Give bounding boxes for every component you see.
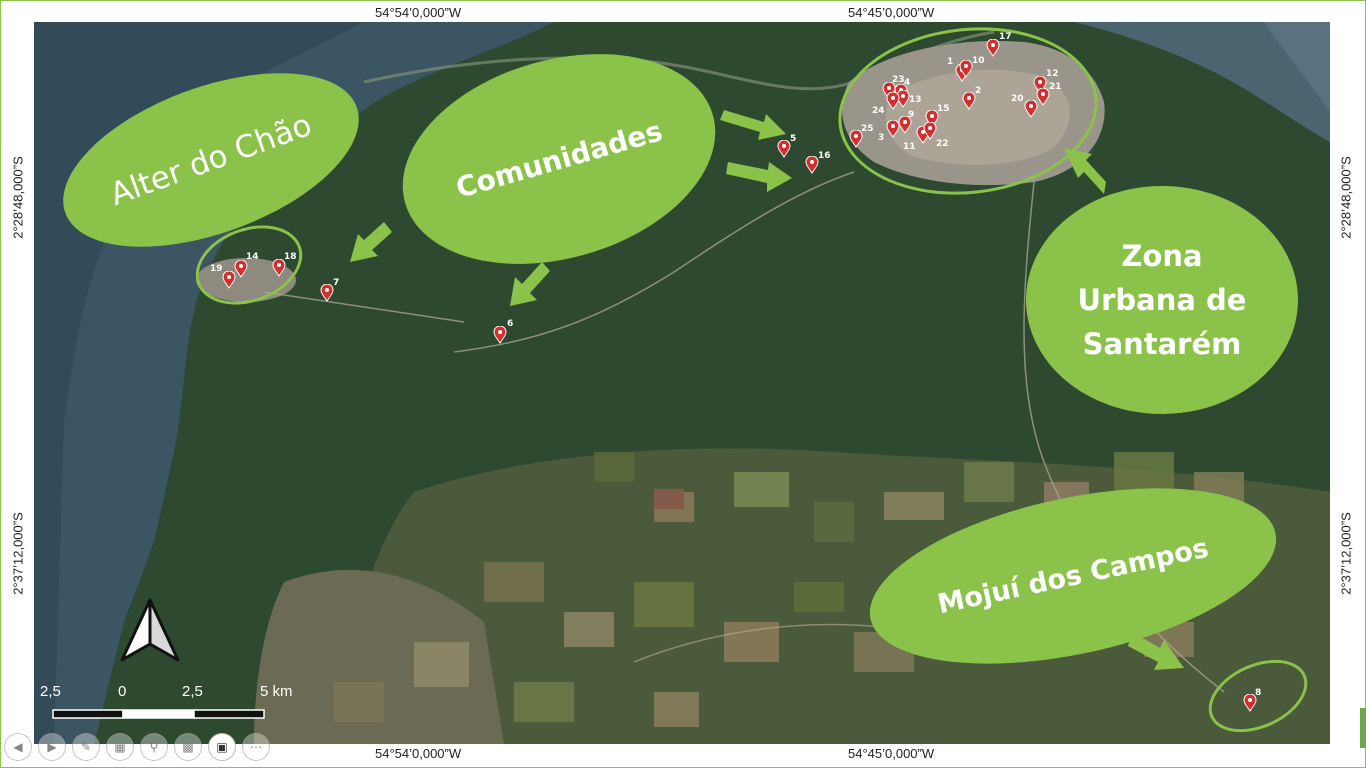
zona-label-line3: Santarém [1082,327,1242,361]
marker-label-25: 25 [861,124,874,134]
marker-label-12: 12 [1046,69,1059,79]
coord-top-left: 54°54’0,000”W [375,5,462,20]
marker-label-14: 14 [246,252,259,262]
marker-label-2: 2 [975,86,982,96]
alter-label: Alter do Chão [105,106,317,214]
marker-label-22: 22 [936,139,949,149]
marker-24 [886,92,900,110]
marker-label-10: 10 [972,56,985,66]
marker-17 [986,39,1000,57]
scale-label-3: 5 km [260,683,293,700]
scale-label-0: 2,5 [40,683,61,700]
marker-label-3: 3 [878,133,885,143]
marker-7 [320,284,334,302]
mojui-label: Mojuí dos Campos [934,532,1212,620]
zona-label-line1: Zona [1121,239,1203,273]
coord-bottom-left: 54°54’0,000”W [375,746,462,761]
marker-label-5: 5 [790,134,797,144]
previous-icon[interactable]: ◀ [4,733,32,761]
marker-label-6: 6 [507,319,514,329]
marker-label-11: 11 [903,142,916,152]
coord-left-upper: 2°28’48,000”S [10,156,26,239]
coord-top-right: 54°45’0,000”W [848,5,935,20]
coord-right-upper: 2°28’48,000”S [1338,156,1354,239]
marker-label-9: 9 [908,110,915,120]
marker-2 [962,92,976,110]
scale-label-1: 0 [118,683,127,700]
coord-right-lower: 2°37’12,000”S [1338,512,1354,595]
pen-icon[interactable]: ✎ [72,733,100,761]
marker-label-16: 16 [818,151,831,161]
marker-label-18: 18 [284,252,297,262]
marker-label-7: 7 [333,278,340,288]
coord-left-lower: 2°37’12,000”S [10,512,26,595]
scale-bar [52,709,265,719]
marker-label-21: 21 [1049,82,1062,92]
marker-label-19: 19 [210,264,223,274]
presentation-toolbar: ◀ ▶ ✎ ▦ ⚲ ▩ ▣ ⋯ [4,733,270,763]
zoom-icon[interactable]: ⚲ [140,733,168,761]
marker-6 [493,326,507,344]
camera-icon[interactable]: ▣ [208,733,236,761]
satellite-map: Alter do Chão Comunidades Zona Urbana de… [34,22,1330,744]
zona-callout: Zona Urbana de Santarém [1026,186,1298,414]
marker-21 [1036,88,1050,106]
marker-label-17: 17 [999,32,1012,42]
marker-5 [777,140,791,158]
marker-16 [805,156,819,174]
comunidades-label: Comunidades [452,113,666,205]
marker-label-20: 20 [1011,94,1024,104]
marker-label-15: 15 [937,104,950,114]
marker-14 [234,260,248,278]
scale-label-2: 2,5 [182,683,203,700]
marker-label-24: 24 [872,106,885,116]
zona-label-line2: Urbana de [1077,283,1247,317]
marker-22 [923,122,937,140]
marker-10 [959,60,973,78]
coord-bottom-right: 54°45’0,000”W [848,746,935,761]
marker-label-1: 1 [947,57,954,67]
more-icon[interactable]: ⋯ [242,733,270,761]
marker-label-13: 13 [909,95,922,105]
marker-label-23: 23 [892,75,905,85]
subtitles-icon[interactable]: ▩ [174,733,202,761]
marker-label-4: 4 [904,78,911,88]
next-icon[interactable]: ▶ [38,733,66,761]
side-tab [1360,708,1366,748]
north-arrow-icon [120,598,180,662]
marker-19 [222,271,236,289]
slides-icon[interactable]: ▦ [106,733,134,761]
marker-label-8: 8 [1255,688,1262,698]
